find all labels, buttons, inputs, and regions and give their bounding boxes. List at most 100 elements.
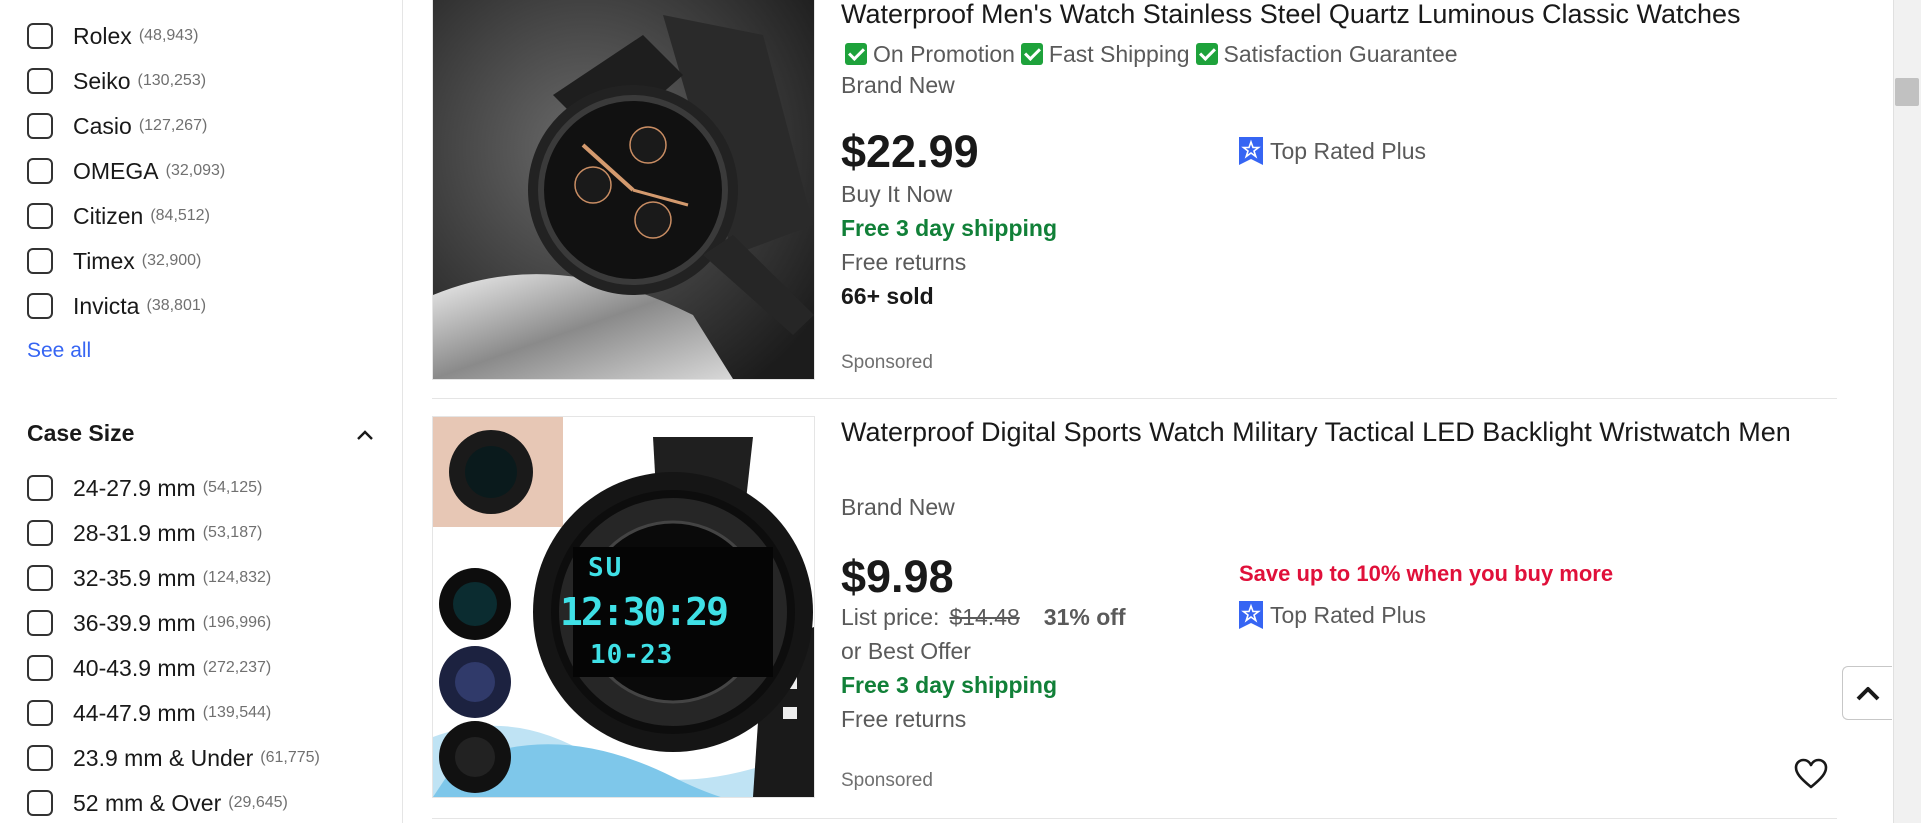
- checkmark-icon: [1195, 43, 1218, 65]
- chevron-up-icon[interactable]: [355, 428, 375, 442]
- filter-label: Rolex: [73, 22, 132, 49]
- filter-case-size[interactable]: 36-39.9 mm (196,996): [27, 606, 271, 640]
- filter-brand-citizen[interactable]: Citizen (84,512): [27, 199, 210, 233]
- lcd-time: 12:30:29: [560, 590, 729, 634]
- top-rated-plus: Top Rated Plus: [1238, 600, 1426, 630]
- filter-case-size[interactable]: 24-27.9 mm (54,125): [27, 471, 262, 505]
- sold-count: 66+ sold: [841, 283, 934, 309]
- returns: Free returns: [841, 706, 967, 732]
- checkbox[interactable]: [27, 700, 53, 726]
- filter-brand-timex[interactable]: Timex (32,900): [27, 244, 201, 278]
- filter-case-size[interactable]: 52 mm & Over (29,645): [27, 786, 288, 820]
- checkbox[interactable]: [27, 113, 53, 139]
- back-to-top-button[interactable]: [1842, 666, 1892, 720]
- checkmark-icon: [1020, 43, 1043, 65]
- filter-case-size[interactable]: 32-35.9 mm (124,832): [27, 561, 271, 595]
- filter-count: (272,237): [202, 659, 272, 676]
- filter-case-size[interactable]: 44-47.9 mm (139,544): [27, 696, 271, 730]
- checkbox[interactable]: [27, 158, 53, 184]
- discount: 31% off: [1043, 604, 1126, 630]
- condition: Brand New: [841, 72, 955, 98]
- lcd-top: SU: [588, 553, 624, 583]
- badge-promotion: On Promotion: [845, 41, 1015, 68]
- checkbox[interactable]: [27, 68, 53, 94]
- list-price-value: $14.48: [949, 604, 1020, 630]
- see-all-link[interactable]: See all: [27, 339, 91, 363]
- checkbox[interactable]: [27, 203, 53, 229]
- listing-2-title[interactable]: Waterproof Digital Sports Watch Military…: [841, 415, 1836, 450]
- filter-label: 23.9 mm & Under: [73, 744, 254, 771]
- checkbox[interactable]: [27, 248, 53, 274]
- filter-sidebar: Rolex (48,943) Seiko (130,253) Casio (12…: [0, 0, 403, 823]
- checkmark-icon: [845, 43, 867, 65]
- listing-divider: [432, 818, 1837, 819]
- badge-label: On Promotion: [873, 40, 1015, 67]
- chevron-up-icon: [1856, 687, 1879, 701]
- filter-label: Citizen: [73, 202, 144, 229]
- filter-brand-seiko[interactable]: Seiko (130,253): [27, 64, 206, 98]
- filter-label: OMEGA: [73, 157, 159, 184]
- listing-1-badges: On Promotion Fast Shipping Satisfaction …: [845, 40, 1464, 68]
- filter-count: (139,544): [202, 704, 272, 721]
- returns: Free returns: [841, 249, 967, 275]
- filter-count: (54,125): [202, 479, 263, 496]
- condition: Brand New: [841, 494, 955, 520]
- filter-label: 32-35.9 mm: [73, 564, 196, 591]
- filter-brand-rolex[interactable]: Rolex (48,943): [27, 19, 198, 53]
- lcd-date: 10-23: [590, 640, 674, 670]
- shipping: Free 3 day shipping: [841, 672, 1057, 698]
- top-rated-label: Top Rated Plus: [1270, 601, 1426, 628]
- filter-brand-omega[interactable]: OMEGA (32,093): [27, 154, 225, 188]
- filter-brand-invicta[interactable]: Invicta (38,801): [27, 289, 206, 323]
- checkbox[interactable]: [27, 293, 53, 319]
- top-rated-plus: Top Rated Plus: [1238, 136, 1426, 166]
- filter-count: (127,267): [138, 117, 208, 134]
- checkbox[interactable]: [27, 475, 53, 501]
- price: $22.99: [841, 126, 979, 177]
- sponsored-label: Sponsored: [841, 770, 933, 791]
- filter-label: 40-43.9 mm: [73, 654, 196, 681]
- checkbox[interactable]: [27, 565, 53, 591]
- top-rated-badge-icon: [1239, 137, 1263, 165]
- filter-count: (48,943): [138, 27, 199, 44]
- filter-case-size[interactable]: 23.9 mm & Under (61,775): [27, 741, 320, 775]
- heart-icon[interactable]: [1794, 758, 1828, 790]
- checkbox[interactable]: [27, 655, 53, 681]
- listing-1-title[interactable]: Waterproof Men's Watch Stainless Steel Q…: [841, 0, 1836, 32]
- badge-label: Satisfaction Guarantee: [1223, 40, 1458, 67]
- shipping: Free 3 day shipping: [841, 215, 1057, 241]
- filter-label: 52 mm & Over: [73, 789, 222, 816]
- filter-brand-casio[interactable]: Casio (127,267): [27, 109, 207, 143]
- filter-count: (29,645): [228, 794, 288, 811]
- price: $9.98: [841, 551, 954, 602]
- filter-count: (84,512): [150, 207, 210, 224]
- scrollbar-track[interactable]: [1893, 0, 1921, 823]
- listing-1-image[interactable]: [432, 0, 815, 380]
- filter-case-size[interactable]: 40-43.9 mm (272,237): [27, 651, 271, 685]
- case-size-heading[interactable]: Case Size: [27, 420, 134, 447]
- checkbox[interactable]: [27, 520, 53, 546]
- listing-divider: [432, 398, 1837, 399]
- filter-label: Invicta: [73, 292, 140, 319]
- filter-label: Seiko: [73, 67, 131, 94]
- filter-label: 24-27.9 mm: [73, 474, 196, 501]
- filter-count: (32,900): [141, 252, 202, 269]
- top-rated-label: Top Rated Plus: [1270, 137, 1426, 164]
- best-offer: or Best Offer: [841, 638, 971, 664]
- badge-satisfaction: Satisfaction Guarantee: [1195, 40, 1458, 68]
- filter-label: 36-39.9 mm: [73, 609, 196, 636]
- wristwatch-photo: [433, 0, 814, 379]
- badge-label: Fast Shipping: [1048, 40, 1190, 67]
- filter-label: Casio: [73, 112, 132, 139]
- scrollbar-thumb[interactable]: [1895, 78, 1919, 106]
- filter-count: (32,093): [165, 162, 226, 179]
- filter-count: (38,801): [146, 297, 207, 314]
- checkbox[interactable]: [27, 23, 53, 49]
- checkbox[interactable]: [27, 790, 53, 816]
- filter-label: Timex: [73, 247, 135, 274]
- buy-format: Buy It Now: [841, 181, 953, 207]
- checkbox[interactable]: [27, 610, 53, 636]
- checkbox[interactable]: [27, 745, 53, 771]
- filter-case-size[interactable]: 28-31.9 mm (53,187): [27, 516, 262, 550]
- list-price: List price: $14.48 31% off: [841, 604, 1126, 631]
